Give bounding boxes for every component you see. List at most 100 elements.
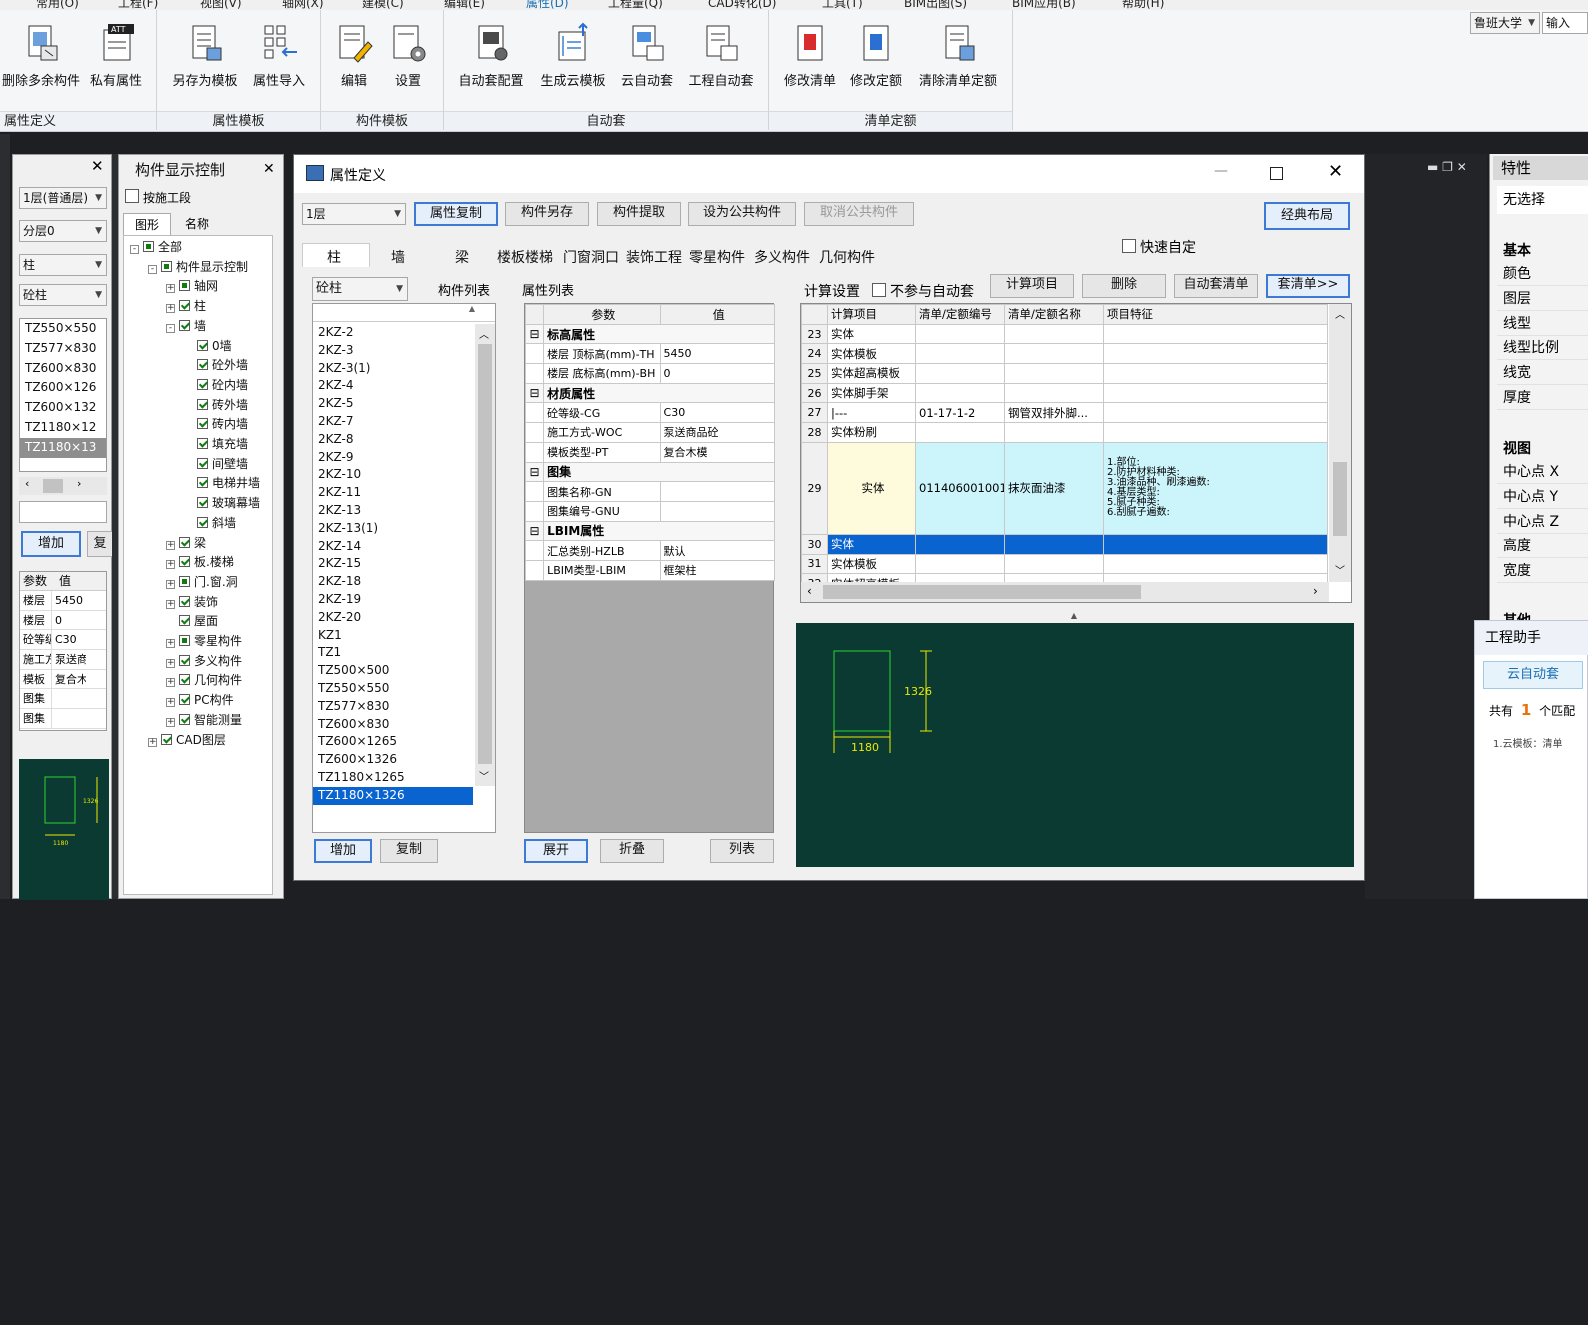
component-item[interactable]: 2KZ-19: [313, 591, 473, 609]
minimize-icon[interactable]: —: [1214, 163, 1228, 179]
mini-param-row[interactable]: 图集: [20, 709, 106, 729]
checkbox-icon[interactable]: [161, 260, 172, 272]
component-item[interactable]: 2KZ-8: [313, 431, 473, 449]
attr-row[interactable]: 施工方式-WOC 泵送商品砼: [524, 422, 776, 443]
menu-item[interactable]: BIM出图(S): [904, 0, 967, 10]
tab-1[interactable]: 墙: [391, 247, 405, 267]
sublayer-combo[interactable]: 分层0 ▼: [19, 220, 107, 242]
calc-item[interactable]: 实体: [827, 533, 916, 555]
property-row[interactable]: 中心点 Z: [1497, 509, 1588, 534]
calc-feat[interactable]: 1.部位: 2.防护材料种类: 3.油漆品种、刷漆遍数: 4.基层类型: 5.腻…: [1103, 441, 1328, 535]
filter-input[interactable]: [19, 501, 107, 523]
mini-param-row[interactable]: 楼层 0: [20, 610, 106, 631]
expand-icon[interactable]: +: [166, 284, 175, 294]
project-auto-button[interactable]: 工程自动套: [682, 22, 760, 89]
property-row[interactable]: 线型比例: [1497, 336, 1588, 361]
by-section-checkbox[interactable]: 按施工段: [125, 189, 191, 206]
chevron-left-icon[interactable]: ‹: [25, 477, 29, 490]
auto-list-button[interactable]: 自动套清单: [1174, 274, 1258, 298]
component-item[interactable]: 2KZ-5: [313, 395, 473, 413]
modify-list-button[interactable]: 修改清单: [778, 22, 842, 89]
calc-name[interactable]: [1004, 363, 1104, 384]
tree-item[interactable]: + 零星构件: [166, 632, 242, 652]
calc-row[interactable]: 28 实体粉刷: [801, 422, 1328, 443]
property-row[interactable]: 中心点 Y: [1497, 484, 1588, 509]
component-item[interactable]: 2KZ-4: [313, 377, 473, 395]
menu-item[interactable]: CAD转化(D): [708, 0, 776, 10]
attr-row[interactable]: LBIM类型-LBIM 框架柱: [524, 559, 776, 581]
calc-item[interactable]: 实体: [827, 441, 916, 535]
tab-4[interactable]: 门窗洞口: [563, 247, 619, 267]
expand-icon[interactable]: +: [166, 698, 175, 708]
menu-item[interactable]: 属性(D): [526, 0, 569, 10]
private-attr-button[interactable]: ATT 私有属性: [84, 22, 148, 89]
collapse-icon[interactable]: ⊟: [524, 461, 545, 483]
calc-code[interactable]: [915, 382, 1005, 404]
clear-list-quota-button[interactable]: 清除清单定额: [910, 22, 1006, 89]
component-item[interactable]: TZ600×1265: [313, 733, 473, 751]
attr-copy-button[interactable]: 属性复制: [414, 202, 498, 226]
property-row[interactable]: 宽度: [1497, 559, 1588, 584]
tree-item[interactable]: + 板.楼梯: [166, 553, 234, 573]
attr-value[interactable]: [659, 500, 776, 522]
calc-row[interactable]: 30 实体: [801, 533, 1328, 555]
list-scroll-up-icon[interactable]: ▲: [313, 304, 495, 322]
checkbox-icon[interactable]: [197, 477, 208, 489]
attr-row[interactable]: 楼层 底标高(mm)-BH 0: [524, 363, 776, 384]
tree-item[interactable]: + CAD图层: [148, 731, 226, 751]
component-item[interactable]: TZ600×830: [313, 716, 473, 734]
calc-name[interactable]: [1004, 382, 1104, 404]
collapse-icon[interactable]: ⊟: [524, 520, 545, 542]
checkbox-icon[interactable]: [179, 300, 190, 312]
tree-item[interactable]: 砖外墙: [184, 396, 248, 416]
menu-item[interactable]: 工具(T): [822, 0, 863, 10]
component-item[interactable]: TZ1180×1265: [313, 769, 473, 787]
attr-value[interactable]: 框架柱: [659, 559, 776, 581]
calc-code[interactable]: [915, 533, 1005, 555]
close-icon[interactable]: ✕: [91, 157, 104, 175]
component-item[interactable]: 2KZ-14: [313, 538, 473, 556]
attr-table[interactable]: 参数值 ⊟ 标高属性 楼层 顶标高(mm)-TH 5450 楼层 底标高(mm)-BH 0 ⊟…: [524, 304, 776, 581]
splitter-handle-icon[interactable]: ▲: [1034, 611, 1114, 621]
cancel-public-button[interactable]: 取消公共构件: [804, 202, 914, 226]
mini-param-row[interactable]: 楼层 5450: [20, 591, 106, 611]
tree-item[interactable]: 电梯井墙: [184, 474, 260, 494]
maximize-icon[interactable]: [1270, 167, 1283, 180]
tree-item[interactable]: 屋面: [166, 612, 218, 632]
menu-item[interactable]: 轴网(X): [282, 0, 324, 10]
search-input[interactable]: 输入: [1542, 12, 1588, 34]
calc-row[interactable]: 23 实体: [801, 323, 1328, 345]
checkbox-icon[interactable]: [197, 438, 208, 449]
horizontal-scrollbar[interactable]: ‹ ›: [801, 582, 1329, 602]
calc-feat[interactable]: [1103, 553, 1328, 575]
component-item[interactable]: 2KZ-13: [313, 502, 473, 520]
component-item[interactable]: 2KZ-15: [313, 555, 473, 573]
property-row[interactable]: 颜色: [1497, 262, 1588, 286]
property-row[interactable]: 线宽: [1497, 361, 1588, 386]
chevron-left-icon[interactable]: ‹: [807, 584, 812, 598]
attr-value[interactable]: 默认: [659, 540, 776, 561]
tree-item[interactable]: 填充墙: [184, 435, 248, 455]
expand-icon[interactable]: +: [166, 579, 175, 589]
school-combo[interactable]: 鲁班大学 ▼: [1470, 12, 1540, 34]
component-item[interactable]: 2KZ-3(1): [313, 360, 473, 378]
attr-section-row[interactable]: ⊟ 材质属性: [524, 382, 775, 404]
type-combo[interactable]: 柱 ▼: [19, 254, 107, 276]
calc-row[interactable]: 31 实体模板: [801, 553, 1328, 575]
attr-row[interactable]: 图集编号-GNU: [524, 500, 776, 522]
calc-table[interactable]: 计算项目 清单/定额编号 清单/定额名称 项目特征 23 实体 24 实体模板 25 实体超高模板…: [801, 304, 1328, 594]
quick-custom-checkbox[interactable]: 快速自定: [1122, 237, 1196, 257]
calc-row[interactable]: 26 实体脚手架: [801, 382, 1328, 404]
mini-param-row[interactable]: 图集: [20, 689, 106, 710]
checkbox-icon[interactable]: [179, 556, 190, 568]
list-item[interactable]: TZ1180×12: [20, 418, 106, 438]
component-item[interactable]: 2KZ-9: [313, 449, 473, 467]
calc-item[interactable]: 实体超高模板: [827, 363, 916, 384]
calc-name[interactable]: [1004, 422, 1104, 443]
calc-code[interactable]: [915, 323, 1005, 345]
tree-item[interactable]: + 装饰: [166, 593, 218, 613]
tree-item[interactable]: 玻璃幕墙: [184, 494, 260, 514]
calc-code[interactable]: [915, 422, 1005, 443]
calc-code[interactable]: 011406001001: [915, 441, 1005, 535]
attr-row[interactable]: 汇总类别-HZLB 默认: [524, 540, 776, 561]
